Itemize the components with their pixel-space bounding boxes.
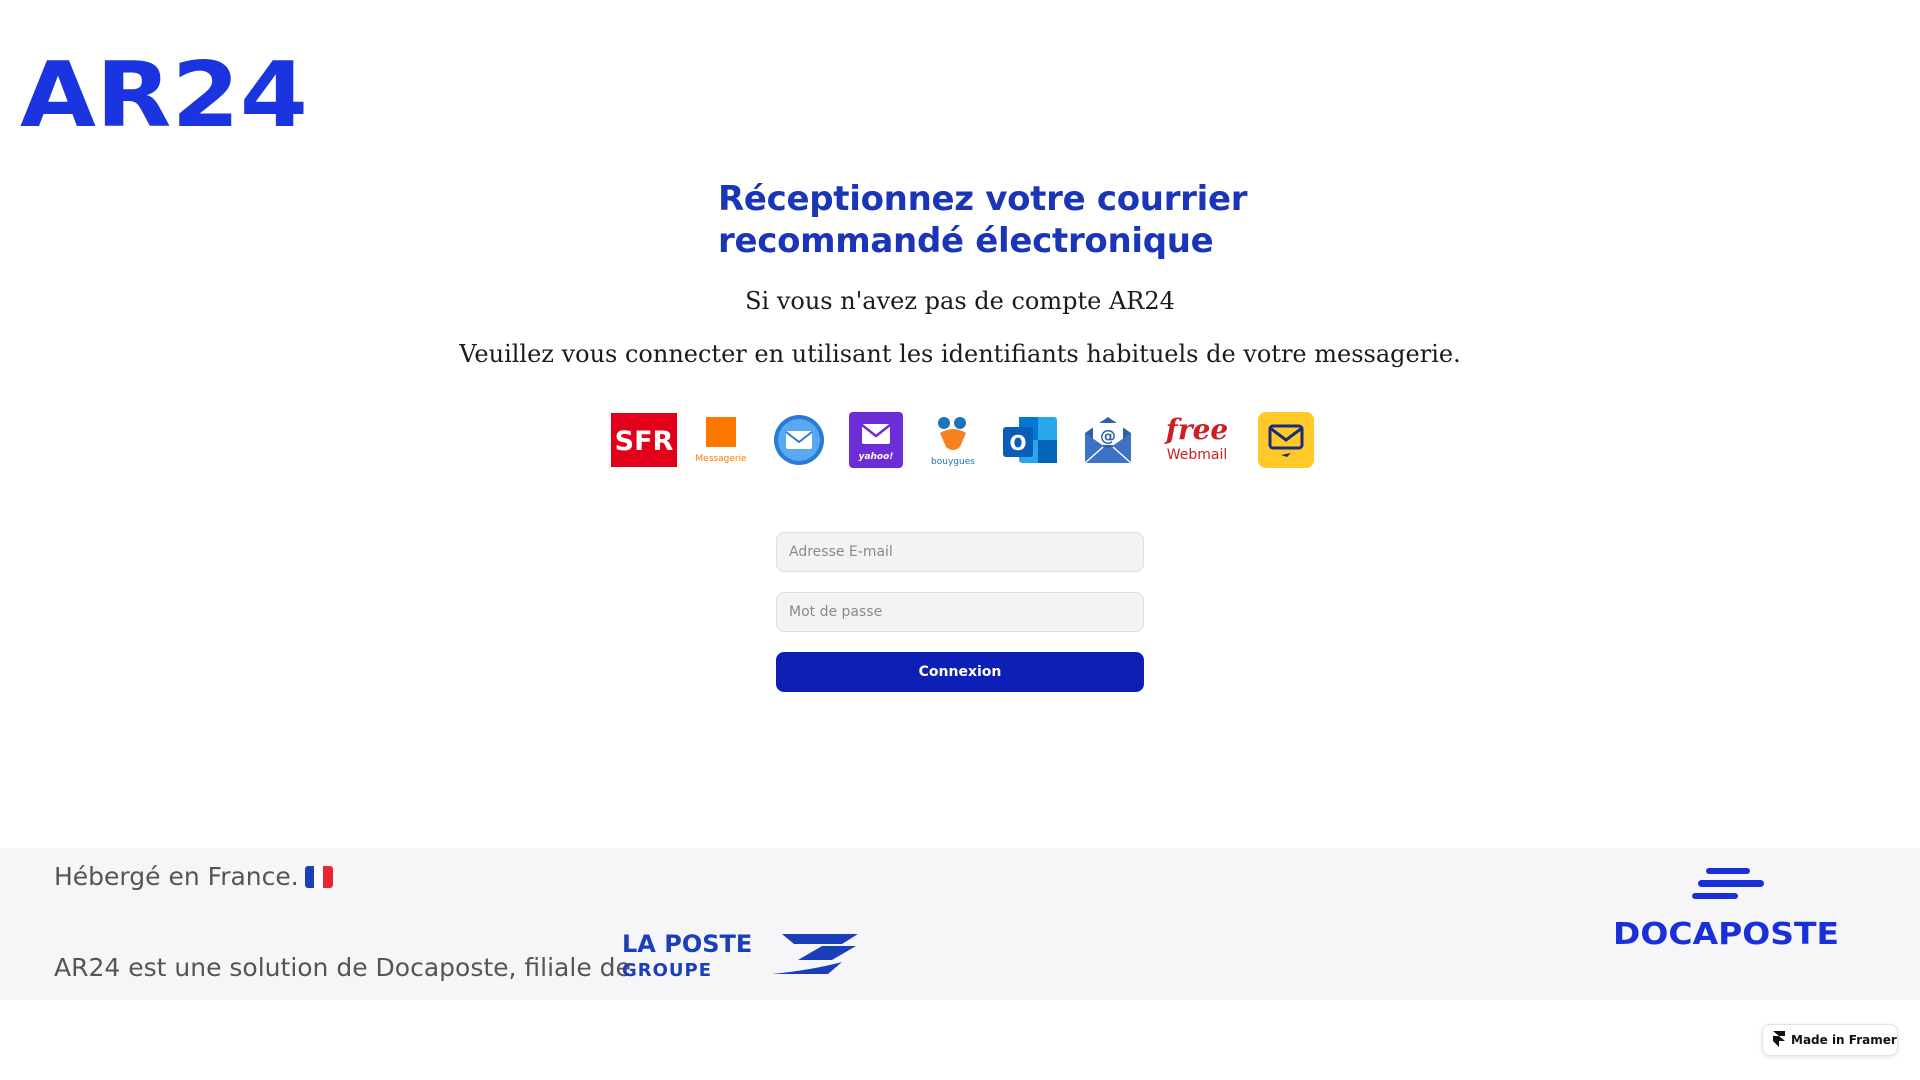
ar24-logo: AR24 xyxy=(20,52,310,134)
svg-text:bouygues: bouygues xyxy=(931,457,975,467)
outlook-icon: O xyxy=(996,409,1064,471)
framer-icon xyxy=(1773,1030,1785,1050)
page-title: Réceptionnez votre courrier recommandé é… xyxy=(718,178,1278,262)
svg-text:yahoo!: yahoo! xyxy=(858,452,893,462)
svg-text:Webmail: Webmail xyxy=(1166,447,1227,463)
password-input[interactable] xyxy=(776,592,1144,632)
svg-text:GROUPE: GROUPE xyxy=(622,960,712,980)
france-flag-icon xyxy=(304,865,333,888)
bouygues-icon: bouygues xyxy=(919,409,987,471)
instructions-text: Veuillez vous connecter en utilisant les… xyxy=(459,340,1461,368)
email-input[interactable] xyxy=(776,532,1144,572)
svg-text:O: O xyxy=(1010,431,1027,455)
orange-messagerie-icon: Messagerie xyxy=(687,409,755,471)
framer-badge-label: Made in Framer xyxy=(1791,1033,1897,1047)
hosted-text: Hébergé en France. xyxy=(54,862,299,891)
ar24-logo-text: AR24 xyxy=(20,52,308,134)
mail-app-icon xyxy=(765,409,833,471)
no-account-text: Si vous n'avez pas de compte AR24 xyxy=(745,287,1175,315)
free-webmail-icon: free Webmail xyxy=(1151,409,1243,471)
laposte-groupe-logo: LA POSTE GROUPE xyxy=(622,930,862,981)
page-title-line2: recommandé électronique xyxy=(718,221,1214,261)
svg-text:free: free xyxy=(1164,413,1228,446)
svg-text:DOCAPOSTE: DOCAPOSTE xyxy=(1613,917,1839,950)
yahoo-mail-icon: yahoo! xyxy=(842,409,910,471)
made-in-framer-badge[interactable]: Made in Framer xyxy=(1762,1024,1898,1056)
email-providers-strip: SFR Messagerie yahoo! bouygues O @ free … xyxy=(606,398,1324,482)
login-button[interactable]: Connexion xyxy=(776,652,1144,692)
svg-text:@: @ xyxy=(1100,426,1116,445)
svg-text:SFR: SFR xyxy=(615,426,674,457)
sfr-icon: SFR xyxy=(610,409,678,471)
page-title-line1: Réceptionnez votre courrier xyxy=(718,179,1248,219)
hosted-in-france: Hébergé en France. xyxy=(54,862,333,891)
docaposte-logo: DOCAPOSTE xyxy=(1610,866,1842,952)
laposte-mail-icon xyxy=(1252,409,1320,471)
svg-text:Messagerie: Messagerie xyxy=(696,454,748,464)
docaposte-solution-text: AR24 est une solution de Docaposte, fili… xyxy=(54,953,631,982)
email-at-icon: @ xyxy=(1074,409,1142,471)
svg-text:LA POSTE: LA POSTE xyxy=(622,930,752,958)
